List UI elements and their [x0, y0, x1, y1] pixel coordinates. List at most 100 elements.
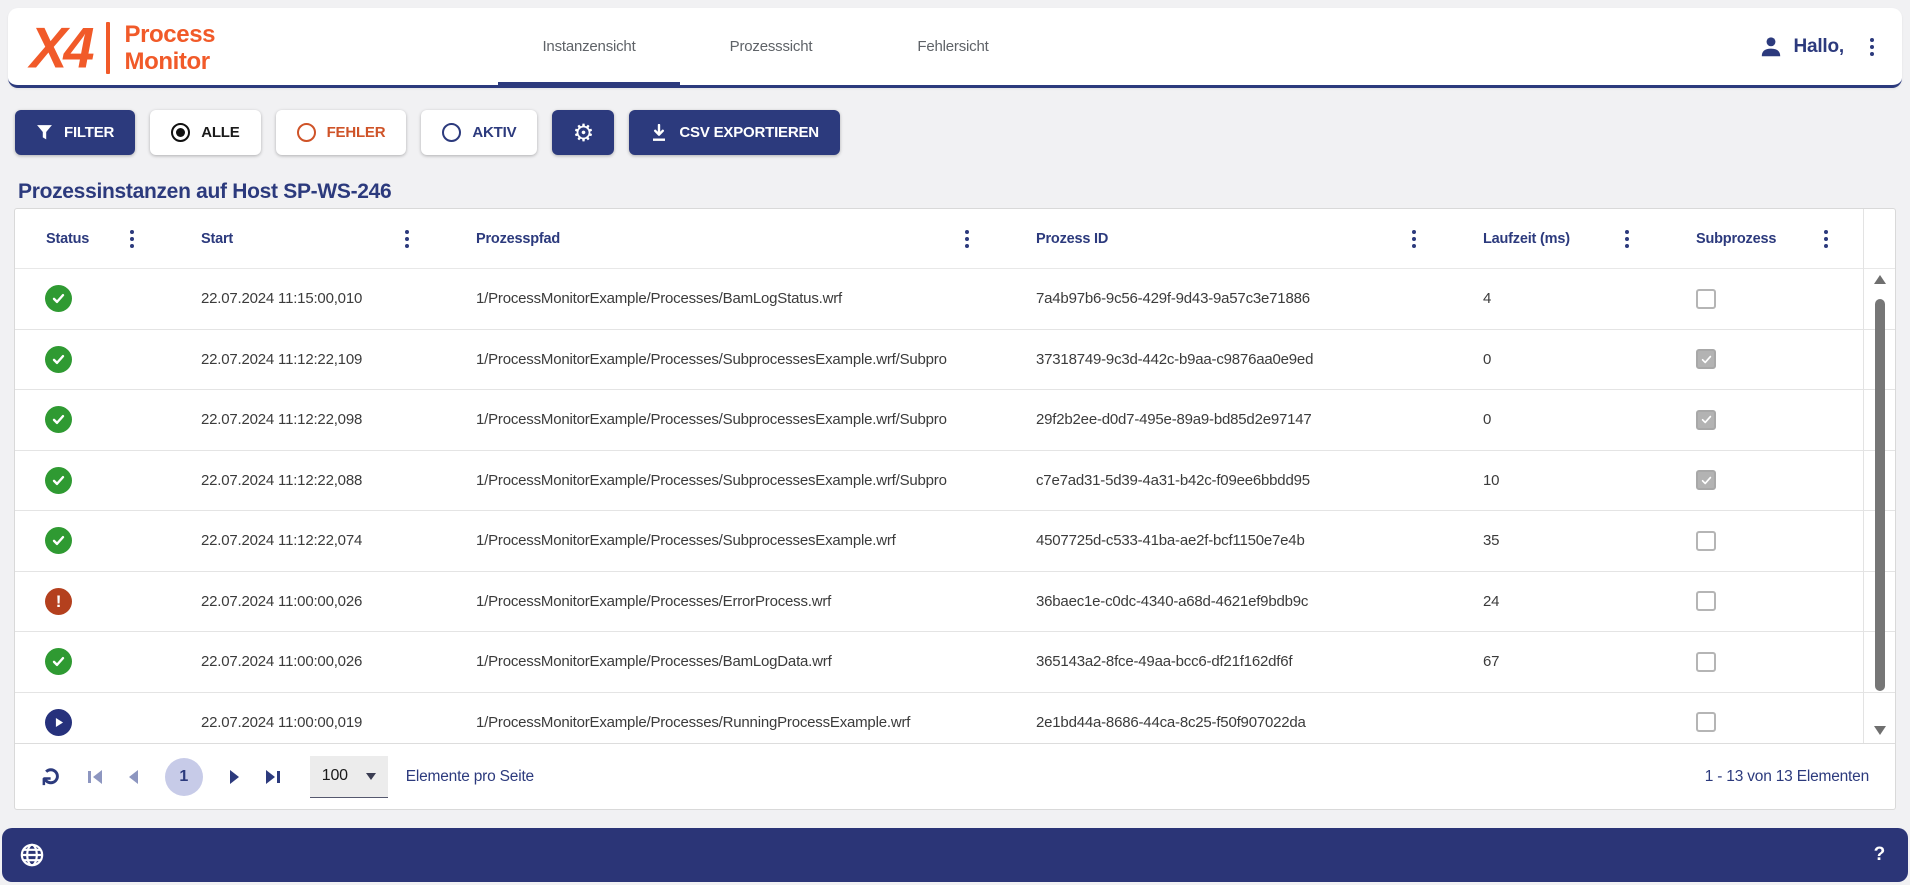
path-cell: 1/ProcessMonitorExample/Processes/Subpro…	[426, 532, 986, 549]
table-row[interactable]: 22.07.2024 11:12:22,109 1/ProcessMonitor…	[15, 330, 1895, 391]
funnel-icon	[36, 124, 53, 141]
kebab-menu-icon[interactable]	[962, 227, 972, 251]
kebab-menu-icon[interactable]	[127, 227, 137, 251]
table-row[interactable]: 22.07.2024 11:12:22,088 1/ProcessMonitor…	[15, 451, 1895, 512]
column-header-prozess-id: Prozess ID	[986, 209, 1433, 268]
x4-logo: X4	[30, 19, 91, 76]
first-page-icon[interactable]	[88, 770, 102, 784]
kebab-menu-icon[interactable]	[402, 227, 412, 251]
table-row[interactable]: ! 22.07.2024 11:00:00,026 1/ProcessMonit…	[15, 572, 1895, 633]
check-icon	[51, 654, 66, 669]
table-header-row: Status Start Prozesspfad Prozess ID Lauf…	[15, 209, 1895, 269]
filter-aktiv-button[interactable]: AKTIV	[421, 110, 537, 155]
table-row[interactable]: 22.07.2024 11:00:00,026 1/ProcessMonitor…	[15, 632, 1895, 693]
check-icon	[51, 352, 66, 367]
bottom-bar: ?	[2, 828, 1908, 882]
start-cell: 22.07.2024 11:15:00,010	[151, 290, 426, 307]
status-error-icon: !	[45, 588, 72, 615]
table-body: 22.07.2024 11:15:00,010 1/ProcessMonitor…	[15, 269, 1895, 745]
scrollbar-divider	[1863, 209, 1864, 743]
scrollbar-thumb[interactable]	[1875, 299, 1885, 691]
prev-page-icon[interactable]	[129, 770, 138, 784]
subprocess-checkbox[interactable]	[1696, 470, 1716, 490]
status-cell	[31, 467, 151, 494]
product-name: Process Monitor	[125, 21, 216, 75]
globe-icon[interactable]	[19, 842, 45, 868]
subprocess-checkbox[interactable]	[1696, 531, 1716, 551]
logo-divider	[106, 22, 110, 74]
start-cell: 22.07.2024 11:12:22,088	[151, 472, 426, 489]
tab-instanzensicht[interactable]: Instanzensicht	[498, 8, 680, 85]
greeting-text: Hallo,	[1793, 36, 1844, 58]
status-cell	[31, 709, 151, 736]
page-title: Prozessinstanzen auf Host SP-WS-246	[18, 180, 391, 204]
header-menu-button[interactable]	[1866, 34, 1878, 60]
start-cell: 22.07.2024 11:00:00,019	[151, 714, 426, 731]
range-label: 1 - 13 von 13 Elementen	[1705, 768, 1869, 786]
runtime-cell: 10	[1433, 472, 1646, 489]
check-icon	[1700, 413, 1713, 426]
settings-button[interactable]: ⚙	[552, 110, 614, 155]
last-page-icon[interactable]	[266, 770, 280, 784]
status-success-icon	[45, 285, 72, 312]
runtime-cell: 24	[1433, 593, 1646, 610]
status-cell: !	[31, 588, 151, 615]
table-row[interactable]: 22.07.2024 11:15:00,010 1/ProcessMonitor…	[15, 269, 1895, 330]
column-header-start: Start	[151, 209, 426, 268]
status-success-icon	[45, 527, 72, 554]
process-id-cell: 29f2b2ee-d0d7-495e-89a9-bd85d2e97147	[986, 411, 1433, 428]
subprocess-cell	[1646, 349, 1845, 369]
vertical-scrollbar[interactable]	[1872, 273, 1888, 737]
tab-fehlersicht[interactable]: Fehlersicht	[862, 8, 1044, 85]
subprocess-checkbox[interactable]	[1696, 349, 1716, 369]
check-icon	[51, 291, 66, 306]
filter-alle-button[interactable]: ALLE	[150, 110, 260, 155]
next-page-icon[interactable]	[230, 770, 239, 784]
csv-export-button[interactable]: CSV EXPORTIEREN	[629, 110, 840, 155]
subprocess-checkbox[interactable]	[1696, 591, 1716, 611]
start-cell: 22.07.2024 11:12:22,109	[151, 351, 426, 368]
check-icon	[51, 412, 66, 427]
subprocess-checkbox[interactable]	[1696, 289, 1716, 309]
gear-icon: ⚙	[573, 121, 594, 145]
scroll-down-arrow-icon[interactable]	[1874, 726, 1886, 735]
refresh-icon[interactable]: ↺	[39, 766, 64, 787]
check-icon	[1700, 474, 1713, 487]
process-id-cell: 365143a2-8fce-49aa-bcc6-df21f162df6f	[986, 653, 1433, 670]
current-page-button[interactable]: 1	[165, 758, 203, 796]
start-cell: 22.07.2024 11:12:22,098	[151, 411, 426, 428]
tab-prozesssicht[interactable]: Prozesssicht	[680, 8, 862, 85]
status-cell	[31, 527, 151, 554]
kebab-menu-icon[interactable]	[1821, 227, 1831, 251]
path-cell: 1/ProcessMonitorExample/Processes/Subpro…	[426, 472, 986, 489]
runtime-cell: 0	[1433, 411, 1646, 428]
check-icon	[51, 533, 66, 548]
scroll-up-arrow-icon[interactable]	[1874, 275, 1886, 284]
filter-button[interactable]: FILTER	[15, 110, 135, 155]
table-row[interactable]: 22.07.2024 11:12:22,098 1/ProcessMonitor…	[15, 390, 1895, 451]
kebab-menu-icon[interactable]	[1622, 227, 1632, 251]
page-size-select[interactable]: 100	[310, 756, 388, 798]
table-row[interactable]: 22.07.2024 11:12:22,074 1/ProcessMonitor…	[15, 511, 1895, 572]
kebab-menu-icon[interactable]	[1409, 227, 1419, 251]
subprocess-cell	[1646, 531, 1845, 551]
subprocess-checkbox[interactable]	[1696, 410, 1716, 430]
status-success-icon	[45, 406, 72, 433]
subprocess-checkbox[interactable]	[1696, 712, 1716, 732]
column-header-prozesspfad: Prozesspfad	[426, 209, 986, 268]
subprocess-checkbox[interactable]	[1696, 652, 1716, 672]
column-header-laufzeit: Laufzeit (ms)	[1433, 209, 1646, 268]
start-cell: 22.07.2024 11:00:00,026	[151, 653, 426, 670]
status-cell	[31, 406, 151, 433]
table-row[interactable]: 22.07.2024 11:00:00,019 1/ProcessMonitor…	[15, 693, 1895, 746]
app-header: X4 Process Monitor Instanzensicht Prozes…	[8, 8, 1902, 88]
help-button[interactable]: ?	[1868, 844, 1891, 866]
user-greeting: Hallo,	[1758, 8, 1844, 85]
filter-fehler-button[interactable]: FEHLER	[276, 110, 407, 155]
column-header-status: Status	[31, 209, 151, 268]
status-cell	[31, 346, 151, 373]
subprocess-cell	[1646, 712, 1845, 732]
column-header-subprozess: Subprozess	[1646, 209, 1845, 268]
person-icon	[1758, 34, 1784, 60]
process-id-cell: 37318749-9c3d-442c-b9aa-c9876aa0e9ed	[986, 351, 1433, 368]
